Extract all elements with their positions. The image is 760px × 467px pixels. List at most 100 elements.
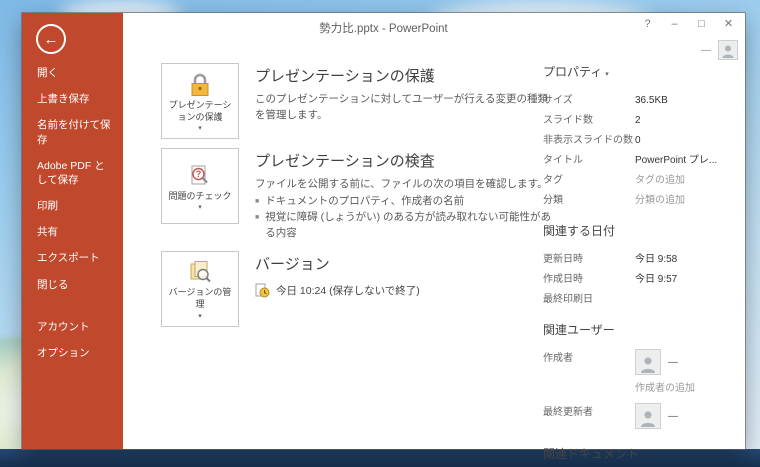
person-icon: [641, 411, 655, 427]
version-clock-icon: [255, 283, 270, 298]
sidebar-item-print[interactable]: 印刷: [22, 193, 123, 219]
sidebar-item-share[interactable]: 共有: [22, 219, 123, 245]
author-name: —: [668, 356, 678, 368]
back-arrow-icon: ←: [43, 30, 59, 48]
title-bar: 勢力比.pptx - PowerPoint ? – □ ✕ —: [22, 13, 745, 60]
minimize-button[interactable]: –: [661, 13, 688, 34]
svg-text:?: ?: [196, 169, 202, 179]
lock-icon: [191, 73, 209, 96]
manage-versions-button-label: バージョンの管理: [168, 287, 232, 310]
user-avatar[interactable]: [718, 40, 738, 60]
property-label: 非表示スライドの数: [543, 135, 633, 146]
date-row-last-printed: 最終印刷日: [543, 290, 738, 305]
info-right-panel: プロパティ ▾ サイズ 36.5KB スライド数 2 非表示スライドの数 0 タイ…: [543, 63, 738, 467]
user-signin-area: —: [701, 40, 738, 60]
property-row-tags: タグ タグの追加: [543, 171, 738, 186]
close-button[interactable]: ✕: [715, 13, 742, 34]
versions-section-text: バージョン 今日 10:24 (保存しないで終了): [255, 251, 420, 298]
bullet-icon: ■: [255, 197, 260, 205]
editor-avatar: [635, 403, 661, 429]
property-title-field[interactable]: PowerPoint プレ...: [635, 151, 717, 166]
bullet-icon: ■: [255, 214, 260, 222]
properties-section: プロパティ ▾ サイズ 36.5KB スライド数 2 非表示スライドの数 0 タイ…: [543, 63, 738, 206]
properties-header-label: プロパティ: [543, 65, 603, 79]
autosaved-version-item[interactable]: 今日 10:24 (保存しないで終了): [255, 283, 420, 298]
protect-presentation-button[interactable]: プレゼンテーションの保護 ▾: [161, 63, 239, 139]
sidebar-item-save-as-adobe-pdf[interactable]: Adobe PDF として保存: [22, 153, 123, 193]
property-value: 0: [635, 135, 641, 146]
properties-header[interactable]: プロパティ ▾: [543, 63, 738, 80]
backstage-sidebar: ← 開く 上書き保存 名前を付けて保存 Adobe PDF として保存 印刷 共…: [22, 13, 123, 449]
inspect-presentation-section: ? 問題のチェック ▾ プレゼンテーションの検査 ファイルを公開する前に、ファイ…: [161, 148, 556, 242]
dropdown-arrow-icon: ▾: [198, 125, 202, 133]
sidebar-item-open[interactable]: 開く: [22, 60, 123, 86]
property-label: スライド数: [543, 115, 593, 126]
back-button[interactable]: ←: [36, 24, 66, 54]
sidebar-item-options[interactable]: オプション: [22, 340, 123, 366]
property-value: 2: [635, 115, 641, 126]
sidebar-item-save[interactable]: 上書き保存: [22, 86, 123, 112]
inspect-document-icon: ?: [191, 165, 208, 185]
inspect-bullet-text: ドキュメントのプロパティ、作成者の名前: [265, 194, 465, 207]
powerpoint-window: 勢力比.pptx - PowerPoint ? – □ ✕ — ← 開く 上書き…: [22, 13, 745, 461]
date-label: 作成日時: [543, 274, 583, 285]
author-row: 作成者 —: [543, 349, 738, 375]
date-row-created: 作成日時 今日 9:57: [543, 270, 738, 285]
add-tag-field[interactable]: タグの追加: [635, 171, 685, 186]
ribbon-collapse-dash: —: [701, 44, 711, 56]
sidebar-item-save-as[interactable]: 名前を付けて保存: [22, 112, 123, 152]
property-label: タグ: [543, 175, 563, 186]
version-item-text: 今日 10:24 (保存しないで終了): [276, 284, 420, 297]
author-label: 作成者: [543, 353, 573, 364]
date-label: 最終印刷日: [543, 294, 593, 305]
property-row-categories: 分類 分類の追加: [543, 191, 738, 206]
versions-section-title: バージョン: [255, 255, 330, 273]
check-issues-button-label: 問題のチェック: [168, 190, 232, 201]
date-label: 更新日時: [543, 254, 583, 265]
related-people-section: 関連ユーザー 作成者 — 作成者の追加 最終更新者 —: [543, 321, 738, 429]
author-cell: —: [635, 349, 678, 375]
sidebar-item-export[interactable]: エクスポート: [22, 245, 123, 271]
sidebar-item-account[interactable]: アカウント: [22, 314, 123, 340]
protect-presentation-section: プレゼンテーションの保護 ▾ プレゼンテーションの保護 このプレゼンテーションに…: [161, 63, 556, 139]
related-dates-section: 関連する日付 更新日時 今日 9:58 作成日時 今日 9:57 最終印刷日: [543, 222, 738, 305]
related-dates-header: 関連する日付: [543, 224, 616, 238]
property-row-size: サイズ 36.5KB: [543, 91, 738, 106]
manage-versions-icon: [190, 261, 211, 283]
person-icon: [641, 357, 655, 373]
protect-button-label: プレゼンテーションの保護: [168, 99, 232, 122]
editor-label: 最終更新者: [543, 407, 593, 418]
help-button[interactable]: ?: [634, 13, 661, 34]
sidebar-item-close[interactable]: 閉じる: [22, 272, 123, 298]
author-avatar: [635, 349, 661, 375]
dropdown-arrow-icon: ▾: [198, 312, 202, 320]
add-author-field[interactable]: 作成者の追加: [635, 379, 738, 394]
inspect-bullet-item: ■ 視覚に障碍 (しょうがい) のある方が読み取れない可能性がある内容: [255, 209, 556, 242]
property-row-title: タイトル PowerPoint プレ...: [543, 151, 738, 166]
dropdown-arrow-icon: ▾: [605, 71, 609, 78]
related-documents-header: 関連ドキュメント: [543, 447, 640, 461]
protect-section-text: プレゼンテーションの保護 このプレゼンテーションに対してユーザーが行える変更の種…: [255, 63, 556, 124]
inspect-bullet-item: ■ ドキュメントのプロパティ、作成者の名前: [255, 193, 556, 209]
manage-versions-button[interactable]: バージョンの管理 ▾: [161, 250, 239, 327]
protect-section-desc: このプレゼンテーションに対してユーザーが行える変更の種類を管理します。: [255, 93, 548, 121]
window-controls: ? – □ ✕: [634, 13, 742, 34]
info-main-column: プレゼンテーションの保護 ▾ プレゼンテーションの保護 このプレゼンテーションに…: [161, 63, 556, 336]
date-value: 今日 9:58: [635, 254, 678, 265]
property-label: 分類: [543, 195, 563, 206]
last-modified-by-row: 最終更新者 —: [543, 403, 738, 429]
inspect-section-title: プレゼンテーションの検査: [255, 153, 435, 170]
related-people-header: 関連ユーザー: [543, 323, 615, 337]
maximize-button[interactable]: □: [688, 13, 715, 34]
inspect-section-text: プレゼンテーションの検査 ファイルを公開する前に、ファイルの次の項目を確認します…: [255, 148, 556, 242]
inspect-section-desc: ファイルを公開する前に、ファイルの次の項目を確認します。: [255, 178, 548, 190]
backstage-info-pane: プレゼンテーションの保護 ▾ プレゼンテーションの保護 このプレゼンテーションに…: [123, 41, 745, 461]
date-row-modified: 更新日時 今日 9:58: [543, 250, 738, 265]
property-row-hidden-slides: 非表示スライドの数 0: [543, 131, 738, 146]
property-label: サイズ: [543, 95, 573, 106]
inspect-bullet-text: 視覚に障碍 (しょうがい) のある方が読み取れない可能性がある内容: [265, 211, 552, 240]
add-category-field[interactable]: 分類の追加: [635, 191, 685, 206]
editor-cell: —: [635, 403, 678, 429]
check-for-issues-button[interactable]: ? 問題のチェック ▾: [161, 148, 239, 224]
dropdown-arrow-icon: ▾: [198, 204, 202, 212]
